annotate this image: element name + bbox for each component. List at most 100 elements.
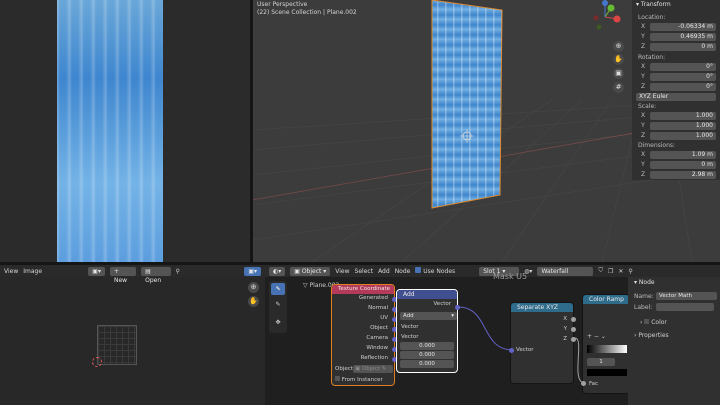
- rotation-x-field[interactable]: X 0°: [636, 62, 716, 71]
- uv-pan-hand-icon[interactable]: ✋: [248, 296, 259, 307]
- location-y-label: Y: [641, 33, 645, 40]
- scale-y-field[interactable]: Y 1.000: [636, 121, 716, 130]
- fac-input-label: Fac: [589, 381, 599, 387]
- location-y-field[interactable]: Y 0.46935 m: [636, 32, 716, 41]
- color-section-label: Color: [651, 319, 667, 326]
- rotation-z-label: Z: [640, 83, 646, 90]
- rotation-z-field[interactable]: Z 0°: [636, 82, 716, 91]
- uv-view-menu[interactable]: View: [4, 268, 18, 275]
- rotation-y-value[interactable]: 0°: [650, 72, 716, 81]
- vector-y-field[interactable]: 0.000: [400, 351, 454, 359]
- zoom-icon[interactable]: ⊕: [613, 41, 624, 52]
- dimension-x-value[interactable]: 1.09 m: [650, 150, 716, 159]
- vector-x-field[interactable]: 0.000: [400, 342, 454, 350]
- vector-input-2-label: Vector: [401, 334, 419, 340]
- ramp-color-swatch[interactable]: [587, 369, 627, 376]
- dimension-z-field[interactable]: Z 2.98 m: [636, 170, 716, 179]
- dimension-x-field[interactable]: X 1.09 m: [636, 150, 716, 159]
- scale-label: Scale:: [638, 103, 657, 110]
- vector-input-1-label: Vector: [401, 324, 419, 330]
- camera-icon[interactable]: ▣: [613, 68, 624, 79]
- location-z-field[interactable]: Z 0 m: [636, 42, 716, 51]
- image-browse-button[interactable]: ▣▾: [88, 266, 105, 276]
- rotation-mode-dropdown[interactable]: XYZ Euler: [636, 92, 716, 101]
- scale-x-field[interactable]: X 1.000: [636, 111, 716, 120]
- uv-editor[interactable]: View Image ▣▾ + New ▤ Open ⚲ ▣▾ ⊕ ✋: [0, 265, 265, 405]
- vector-z-field[interactable]: 0.000: [400, 360, 454, 368]
- scale-x-value[interactable]: 1.000: [650, 111, 716, 120]
- output-reflection: Reflection: [360, 355, 388, 361]
- new-image-button[interactable]: + New: [109, 266, 137, 284]
- socket-z[interactable]: [571, 337, 576, 342]
- vector-math-title: Add: [397, 290, 457, 299]
- node-section-header[interactable]: ▾ Node: [634, 279, 655, 286]
- output-camera: Camera: [366, 335, 388, 341]
- texture-coordinate-node[interactable]: Texture Coordinate Generated Normal UV O…: [332, 285, 394, 385]
- location-x-value[interactable]: -0.06334 m: [650, 22, 716, 31]
- open-image-button[interactable]: ▤ Open: [141, 266, 171, 284]
- ramp-position-field[interactable]: 1: [587, 358, 615, 366]
- color-ramp-gradient[interactable]: [587, 345, 627, 353]
- area-divider-vertical[interactable]: [250, 0, 253, 262]
- socket-y[interactable]: [571, 327, 576, 332]
- color-ramp-node[interactable]: Color Ramp + − ⌄ 1 Fac: [583, 295, 629, 393]
- uv-image-menu[interactable]: Image: [23, 268, 42, 275]
- location-z-value[interactable]: 0 m: [650, 42, 716, 51]
- from-instancer-checkbox[interactable]: From Instancer: [335, 376, 383, 383]
- node-name-field[interactable]: Vector Math: [656, 292, 717, 300]
- label-label: Label:: [634, 304, 653, 311]
- ramp-add-remove-icons[interactable]: + − ⌄: [587, 333, 606, 340]
- properties-section[interactable]: › Properties: [634, 332, 669, 339]
- rotation-mode-value[interactable]: XYZ Euler: [636, 92, 716, 101]
- object-picker-field[interactable]: ▣ Object ✎: [353, 365, 393, 373]
- open-image-label: Open: [145, 276, 162, 284]
- dimension-y-field[interactable]: Y 0 m: [636, 160, 716, 169]
- separate-output-z: Z: [563, 336, 567, 342]
- pan-hand-icon[interactable]: ✋: [613, 54, 624, 65]
- color-section[interactable]: › Color: [640, 319, 667, 326]
- location-y-value[interactable]: 0.46935 m: [650, 32, 716, 41]
- rotation-x-value[interactable]: 0°: [650, 62, 716, 71]
- location-x-label: X: [640, 23, 646, 30]
- socket-x[interactable]: [571, 317, 576, 322]
- 2d-cursor-icon[interactable]: [92, 357, 102, 367]
- waterfall-texture-preview: [57, 0, 163, 262]
- rotation-y-label: Y: [641, 73, 645, 80]
- dropdown-chevron-icon: ▾: [451, 313, 454, 319]
- checkbox-unchecked-icon: [335, 376, 340, 381]
- operation-dropdown[interactable]: Add ▾: [400, 312, 457, 320]
- scale-z-value[interactable]: 1.000: [650, 131, 716, 140]
- properties-section-label: Properties: [638, 332, 669, 339]
- scale-y-value[interactable]: 1.000: [650, 121, 716, 130]
- grid-icon[interactable]: #: [613, 82, 624, 93]
- dimension-z-value[interactable]: 2.98 m: [650, 170, 716, 179]
- socket-vector-out[interactable]: [455, 305, 460, 310]
- transform-title: Transform: [640, 1, 671, 8]
- uv-display-toggle[interactable]: ▣▾: [244, 266, 261, 276]
- separate-xyz-node[interactable]: Separate XYZ X Y Z Vector: [511, 303, 573, 383]
- rotation-z-value[interactable]: 0°: [650, 82, 716, 91]
- node-sidebar: ▾ Node Name: Vector Math Label: › Color …: [628, 277, 720, 405]
- image-viewport[interactable]: [0, 0, 252, 262]
- pin-icon[interactable]: ⚲: [176, 268, 180, 275]
- separate-input-vector: Vector: [516, 347, 534, 353]
- dimension-y-value[interactable]: 0 m: [650, 160, 716, 169]
- transform-header[interactable]: ▾ Transform: [636, 1, 671, 8]
- separate-output-x: X: [563, 316, 567, 322]
- output-uv: UV: [380, 315, 388, 321]
- output-window: Window: [366, 345, 388, 351]
- location-x-field[interactable]: X -0.06334 m: [636, 22, 716, 31]
- color-checkbox[interactable]: [644, 319, 650, 324]
- navigation-gizmo[interactable]: [587, 0, 627, 34]
- viewport-collection: (22) Scene Collection | Plane.002: [257, 9, 357, 16]
- selected-waterfall-plane: [431, 0, 503, 209]
- node-label-field[interactable]: [656, 303, 714, 311]
- separate-output-y: Y: [563, 326, 567, 332]
- rotation-y-field[interactable]: Y 0°: [636, 72, 716, 81]
- color-ramp-title: Color Ramp: [583, 295, 629, 304]
- socket-separate-in[interactable]: [509, 348, 514, 353]
- vector-math-node[interactable]: Add Vector Add ▾ Vector Vector 0.000 0.00…: [397, 290, 457, 372]
- socket-fac[interactable]: [581, 381, 586, 386]
- scale-z-field[interactable]: Z 1.000: [636, 131, 716, 140]
- uv-zoom-icon[interactable]: ⊕: [248, 282, 259, 293]
